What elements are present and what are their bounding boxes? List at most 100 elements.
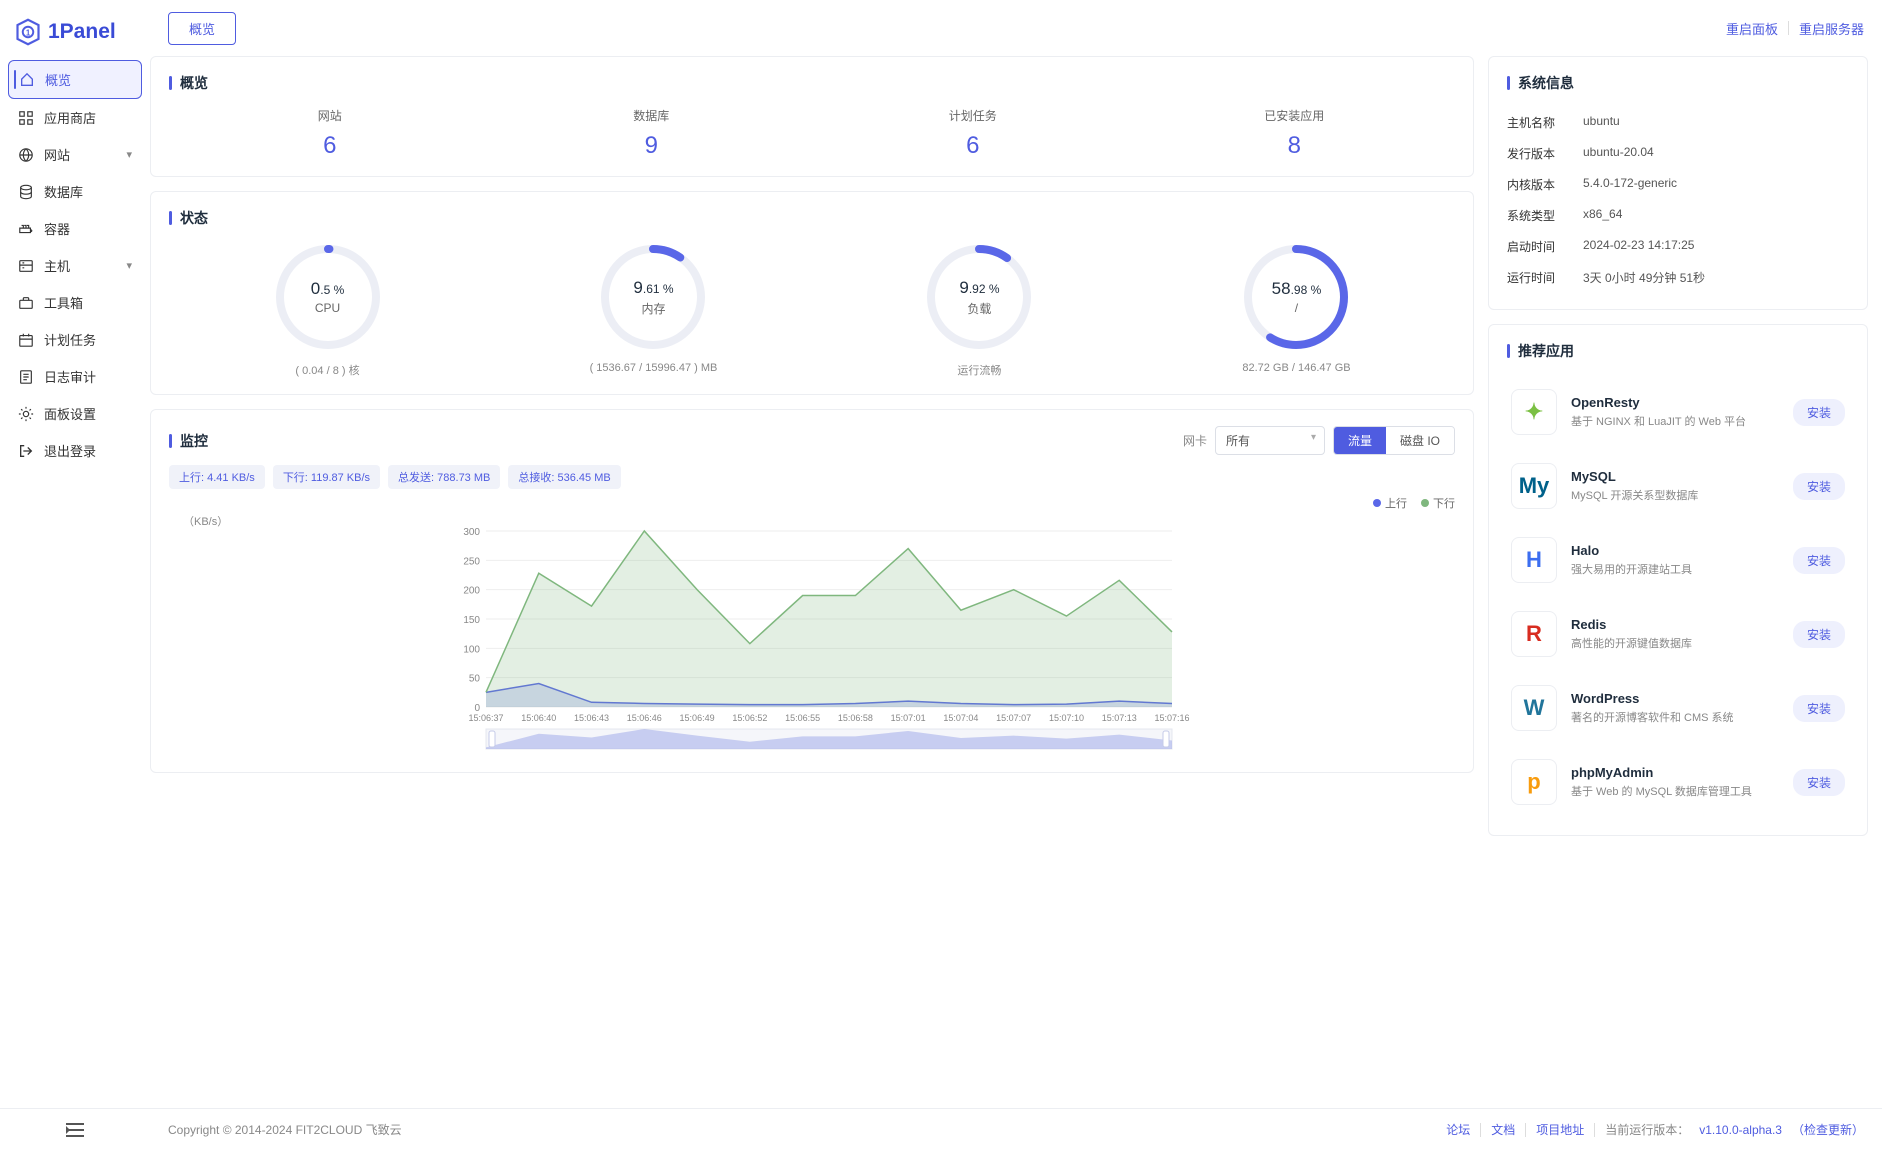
divider bbox=[1788, 21, 1789, 35]
restart-panel-button[interactable]: 重启面板 bbox=[1726, 19, 1778, 38]
gauge-value: 58.98 % bbox=[1272, 279, 1322, 299]
info-row: 系统类型x86_64 bbox=[1507, 200, 1849, 231]
audit-icon bbox=[18, 369, 34, 385]
overview-value: 8 bbox=[1134, 132, 1456, 160]
traffic-chart[interactable]: 05010015020025030015:06:3715:06:4015:06:… bbox=[169, 513, 1455, 753]
info-row: 运行时间3天 0小时 49分钟 51秒 bbox=[1507, 262, 1849, 293]
gauge-item[interactable]: 0.5 %CPU ( 0.04 / 8 ) 核 bbox=[273, 242, 383, 378]
nav-label: 主机 bbox=[44, 256, 70, 275]
info-key: 主机名称 bbox=[1507, 114, 1583, 131]
gauge-sub: 82.72 GB / 146.47 GB bbox=[1241, 362, 1351, 374]
app-name: OpenResty bbox=[1571, 395, 1779, 410]
gauge-name: / bbox=[1295, 301, 1298, 315]
monitor-tag: 总接收: 536.45 MB bbox=[508, 465, 620, 489]
install-button[interactable]: 安装 bbox=[1793, 473, 1845, 500]
svg-text:15:06:49: 15:06:49 bbox=[680, 713, 715, 723]
nav-item-toolbox[interactable]: 工具箱 bbox=[8, 284, 142, 321]
info-val: 5.4.0-172-generic bbox=[1583, 176, 1677, 193]
nav-item-settings[interactable]: 面板设置 bbox=[8, 395, 142, 432]
svg-text:150: 150 bbox=[463, 615, 480, 626]
gauge-item[interactable]: 9.92 %负载 运行流畅 bbox=[924, 242, 1034, 378]
info-key: 发行版本 bbox=[1507, 145, 1583, 162]
svg-text:15:07:04: 15:07:04 bbox=[943, 713, 978, 723]
seg-diskio[interactable]: 磁盘 IO bbox=[1386, 427, 1454, 454]
chevron-down-icon: ▾ bbox=[126, 148, 132, 161]
svg-text:15:06:52: 15:06:52 bbox=[732, 713, 767, 723]
overview-label: 已安装应用 bbox=[1134, 107, 1456, 124]
svg-text:15:06:40: 15:06:40 bbox=[521, 713, 556, 723]
install-button[interactable]: 安装 bbox=[1793, 621, 1845, 648]
overview-item[interactable]: 网站6 bbox=[169, 107, 491, 160]
legend-up[interactable]: 上行 bbox=[1373, 495, 1407, 511]
check-update[interactable]: （检查更新） bbox=[1792, 1121, 1864, 1138]
sidebar: 1 1Panel 概览应用商店网站▾ 数据库容器主机 ▾ 工具箱计划任务日志审计面板设… bbox=[0, 0, 150, 1150]
logo[interactable]: 1 1Panel bbox=[8, 10, 142, 60]
gauge-item[interactable]: 9.61 % 内存 ( 1536.67 / 15996.47 ) MB bbox=[590, 242, 718, 378]
logout-icon bbox=[18, 443, 34, 459]
nav-item-apps[interactable]: 应用商店 bbox=[8, 99, 142, 136]
overview-item[interactable]: 数据库9 bbox=[491, 107, 813, 160]
version[interactable]: v1.10.0-alpha.3 bbox=[1699, 1123, 1782, 1137]
footer: Copyright © 2014-2024 FIT2CLOUD 飞致云 论坛 文… bbox=[150, 1108, 1882, 1150]
gauge-item[interactable]: 58.98 % / 82.72 GB / 146.47 GB bbox=[1241, 242, 1351, 378]
nav-label: 数据库 bbox=[44, 182, 83, 201]
nav-item-schedule[interactable]: 计划任务 bbox=[8, 321, 142, 358]
install-button[interactable]: 安装 bbox=[1793, 399, 1845, 426]
nav-label: 概览 bbox=[45, 70, 71, 89]
app-icon: p bbox=[1511, 759, 1557, 805]
schedule-icon bbox=[18, 332, 34, 348]
info-val: ubuntu bbox=[1583, 114, 1620, 131]
app-desc: 强大易用的开源建站工具 bbox=[1571, 561, 1779, 577]
sysinfo-title: 系统信息 bbox=[1507, 73, 1849, 93]
svg-text:15:07:16: 15:07:16 bbox=[1154, 713, 1189, 723]
monitor-title: 监控 bbox=[169, 431, 208, 451]
footer-docs[interactable]: 文档 bbox=[1491, 1121, 1515, 1138]
footer-project[interactable]: 项目地址 bbox=[1536, 1121, 1584, 1138]
gauge-name: 内存 bbox=[641, 300, 665, 317]
app-desc: MySQL 开源关系型数据库 bbox=[1571, 487, 1779, 503]
gauge-sub: ( 0.04 / 8 ) 核 bbox=[273, 362, 383, 378]
nav-item-container[interactable]: 容器 bbox=[8, 210, 142, 247]
nav-item-database[interactable]: 数据库 bbox=[8, 173, 142, 210]
nav-item-logout[interactable]: 退出登录 bbox=[8, 432, 142, 469]
install-button[interactable]: 安装 bbox=[1793, 547, 1845, 574]
nav-item-home[interactable]: 概览 bbox=[8, 60, 142, 99]
nav-item-audit[interactable]: 日志审计 bbox=[8, 358, 142, 395]
app-desc: 著名的开源博客软件和 CMS 系统 bbox=[1571, 709, 1779, 725]
overview-card: 概览 网站6数据库9计划任务6已安装应用8 bbox=[150, 56, 1474, 177]
install-button[interactable]: 安装 bbox=[1793, 695, 1845, 722]
svg-text:50: 50 bbox=[469, 674, 481, 685]
restart-server-button[interactable]: 重启服务器 bbox=[1799, 19, 1864, 38]
overview-value: 6 bbox=[812, 132, 1134, 160]
app-item: W WordPress著名的开源博客软件和 CMS 系统 安装 bbox=[1507, 671, 1849, 745]
footer-forum[interactable]: 论坛 bbox=[1446, 1121, 1470, 1138]
svg-text:200: 200 bbox=[463, 586, 480, 597]
nav-label: 退出登录 bbox=[44, 441, 96, 460]
chevron-down-icon: ▾ bbox=[126, 259, 132, 272]
app-name: Halo bbox=[1571, 543, 1779, 558]
overview-label: 数据库 bbox=[491, 107, 813, 124]
overview-item[interactable]: 计划任务6 bbox=[812, 107, 1134, 160]
netcard-select[interactable]: 所有 bbox=[1215, 426, 1325, 455]
collapse-sidebar-icon[interactable] bbox=[0, 1108, 150, 1150]
version-label: 当前运行版本： bbox=[1605, 1121, 1689, 1138]
monitor-segment: 流量 磁盘 IO bbox=[1333, 426, 1455, 455]
seg-traffic[interactable]: 流量 bbox=[1334, 427, 1386, 454]
svg-text:300: 300 bbox=[463, 527, 480, 538]
gauge-sub: ( 1536.67 / 15996.47 ) MB bbox=[590, 362, 718, 374]
container-icon bbox=[18, 221, 34, 237]
app-item: H Halo强大易用的开源建站工具 安装 bbox=[1507, 523, 1849, 597]
tab-overview[interactable]: 概览 bbox=[168, 12, 236, 45]
nav-item-globe[interactable]: 网站▾ bbox=[8, 136, 142, 173]
gauge-value: 9.61 % bbox=[633, 278, 673, 298]
app-desc: 高性能的开源键值数据库 bbox=[1571, 635, 1779, 651]
gauge-value: 0.5 % bbox=[311, 279, 344, 299]
legend-down[interactable]: 下行 bbox=[1421, 495, 1455, 511]
overview-item[interactable]: 已安装应用 8 bbox=[1134, 107, 1456, 160]
nav-item-host[interactable]: 主机 ▾ bbox=[8, 247, 142, 284]
status-title: 状态 bbox=[169, 208, 1455, 228]
status-card: 状态 0.5 %CPU ( 0.04 / 8 ) 核 9.61 % 内存 ( 15… bbox=[150, 191, 1474, 395]
install-button[interactable]: 安装 bbox=[1793, 769, 1845, 796]
nav-label: 工具箱 bbox=[44, 293, 83, 312]
info-key: 内核版本 bbox=[1507, 176, 1583, 193]
